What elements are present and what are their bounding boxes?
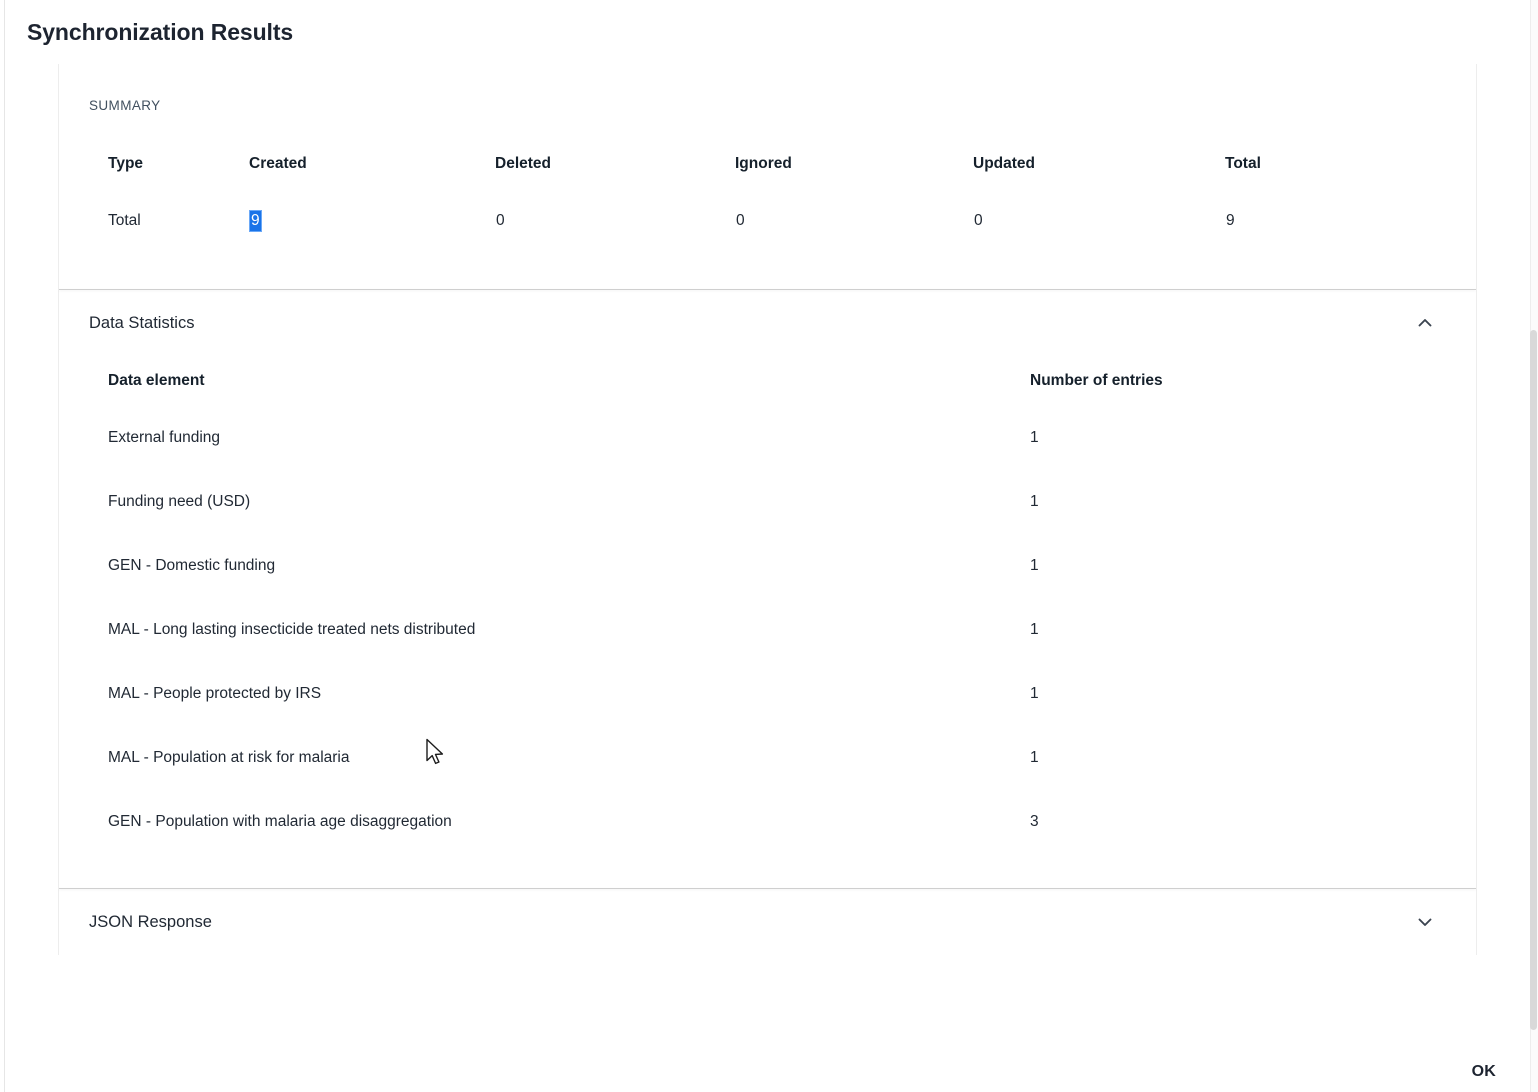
stats-cell-entries: 1 xyxy=(1029,470,1476,534)
summary-cell-created: 9 xyxy=(249,187,495,255)
stats-table-body: External funding 1 Funding need (USD) 1 … xyxy=(59,406,1476,854)
selected-value: 9 xyxy=(250,211,261,231)
table-row: Funding need (USD) 1 xyxy=(59,470,1476,534)
summary-table: Type Created Deleted Ignored Updated Tot… xyxy=(59,141,1476,255)
chevron-down-icon[interactable] xyxy=(1414,911,1436,933)
summary-cell-ignored: 0 xyxy=(735,187,973,255)
stats-cell-data-element: MAL - Long lasting insecticide treated n… xyxy=(59,598,1029,662)
summary-header-created: Created xyxy=(249,141,495,187)
stats-cell-entries: 1 xyxy=(1029,662,1476,726)
table-row: MAL - Population at risk for malaria 1 xyxy=(59,726,1476,790)
chevron-up-icon[interactable] xyxy=(1414,312,1436,334)
summary-header-row: Type Created Deleted Ignored Updated Tot… xyxy=(59,141,1476,187)
summary-cell-deleted: 0 xyxy=(495,187,735,255)
table-row: MAL - People protected by IRS 1 xyxy=(59,662,1476,726)
summary-header-type: Type xyxy=(59,141,249,187)
stats-cell-data-element: MAL - Population at risk for malaria xyxy=(59,726,1029,790)
stats-cell-data-element: GEN - Domestic funding xyxy=(59,534,1029,598)
page-left-edge xyxy=(4,0,5,1092)
summary-header-deleted: Deleted xyxy=(495,141,735,187)
summary-row-total: Total 9 0 0 0 9 xyxy=(59,187,1476,255)
summary-panel: SUMMARY Type Created Deleted Ignored Upd… xyxy=(59,64,1476,289)
table-row: External funding 1 xyxy=(59,406,1476,470)
stats-cell-data-element: Funding need (USD) xyxy=(59,470,1029,534)
stats-cell-entries: 1 xyxy=(1029,598,1476,662)
stats-cell-entries: 1 xyxy=(1029,534,1476,598)
results-card: SUMMARY Type Created Deleted Ignored Upd… xyxy=(58,64,1477,955)
summary-cell-type: Total xyxy=(59,187,249,255)
json-response-title: JSON Response xyxy=(89,913,212,932)
section-json-response: JSON Response xyxy=(59,889,1476,955)
section-data-statistics: Data Statistics Data element Number of e… xyxy=(59,290,1476,888)
stats-header-row: Data element Number of entries xyxy=(59,356,1476,406)
summary-cell-total: 9 xyxy=(1225,187,1476,255)
stats-cell-data-element: GEN - Population with malaria age disagg… xyxy=(59,790,1029,854)
stats-cell-entries: 1 xyxy=(1029,406,1476,470)
data-statistics-table: Data element Number of entries External … xyxy=(59,356,1476,854)
synchronization-results-page: Synchronization Results SUMMARY Type Cre… xyxy=(0,0,1538,1092)
summary-header-updated: Updated xyxy=(973,141,1225,187)
table-row: MAL - Long lasting insecticide treated n… xyxy=(59,598,1476,662)
summary-header-ignored: Ignored xyxy=(735,141,973,187)
data-statistics-title: Data Statistics xyxy=(89,314,194,333)
stats-cell-data-element: External funding xyxy=(59,406,1029,470)
page-scrollbar[interactable] xyxy=(1530,0,1538,1092)
stats-cell-entries: 3 xyxy=(1029,790,1476,854)
table-row: GEN - Domestic funding 1 xyxy=(59,534,1476,598)
stats-header-entries: Number of entries xyxy=(1029,356,1476,406)
page-title: Synchronization Results xyxy=(27,19,293,46)
json-response-header[interactable]: JSON Response xyxy=(59,889,1476,955)
data-statistics-body: Data element Number of entries External … xyxy=(59,356,1476,888)
ok-button[interactable]: OK xyxy=(1464,1059,1504,1085)
stats-cell-data-element: MAL - People protected by IRS xyxy=(59,662,1029,726)
dialog-footer: OK xyxy=(58,1023,1477,1092)
summary-header-total: Total xyxy=(1225,141,1476,187)
summary-label: SUMMARY xyxy=(89,98,1476,113)
summary-cell-updated: 0 xyxy=(973,187,1225,255)
scrollbar-thumb[interactable] xyxy=(1530,330,1537,1030)
stats-header-data-element: Data element xyxy=(59,356,1029,406)
data-statistics-header[interactable]: Data Statistics xyxy=(59,290,1476,356)
table-row: GEN - Population with malaria age disagg… xyxy=(59,790,1476,854)
stats-cell-entries: 1 xyxy=(1029,726,1476,790)
